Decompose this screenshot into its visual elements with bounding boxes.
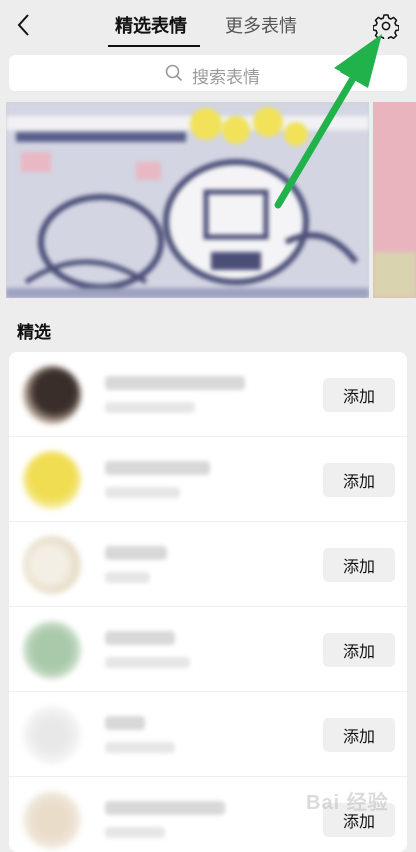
watermark: Bai 经验 <box>298 780 408 820</box>
sticker-thumbnail <box>23 621 81 679</box>
sticker-thumbnail <box>23 536 81 594</box>
back-button[interactable] <box>10 10 40 40</box>
sticker-name-placeholder <box>105 716 145 730</box>
add-button[interactable]: 添加 <box>323 378 395 412</box>
sticker-name-placeholder <box>105 801 225 815</box>
add-button[interactable]: 添加 <box>323 463 395 497</box>
sticker-desc-placeholder <box>105 742 175 753</box>
settings-button[interactable] <box>372 13 400 42</box>
watermark-text: Bai 经验 <box>306 792 389 814</box>
gear-icon <box>372 14 400 42</box>
list-item[interactable]: 添加 <box>9 437 407 522</box>
next-banner-artwork <box>373 102 416 298</box>
sticker-name-placeholder <box>105 631 175 645</box>
sticker-name-placeholder <box>105 546 167 560</box>
list-item[interactable]: 添加 <box>9 352 407 437</box>
add-button[interactable]: 添加 <box>323 548 395 582</box>
next-banner-preview[interactable] <box>373 102 416 298</box>
sticker-thumbnail <box>23 366 81 424</box>
featured-banner[interactable] <box>6 102 369 298</box>
sticker-list: 添加 添加 添加 添加 添加 添加 <box>9 352 407 852</box>
sticker-desc-placeholder <box>105 657 190 668</box>
sticker-name-placeholder <box>105 376 245 390</box>
tab-more-stickers[interactable]: 更多表情 <box>225 14 297 38</box>
search-icon <box>165 64 183 82</box>
sticker-thumbnail <box>23 706 81 764</box>
search-input[interactable]: 搜索表情 <box>9 55 407 91</box>
add-button[interactable]: 添加 <box>323 718 395 752</box>
list-item[interactable]: 添加 <box>9 692 407 777</box>
list-item[interactable]: 添加 <box>9 607 407 692</box>
top-bar: 精选表情 更多表情 <box>0 0 416 52</box>
sticker-thumbnail <box>23 791 81 849</box>
tab-featured-stickers[interactable]: 精选表情 <box>115 14 187 38</box>
list-item[interactable]: 添加 <box>9 522 407 607</box>
sticker-desc-placeholder <box>105 572 150 583</box>
sticker-desc-placeholder <box>105 487 180 498</box>
section-title: 精选 <box>17 323 51 342</box>
chevron-left-icon <box>17 14 29 36</box>
search-placeholder: 搜索表情 <box>192 68 260 87</box>
sticker-desc-placeholder <box>105 402 195 413</box>
sticker-name-placeholder <box>105 461 210 475</box>
tab-underline <box>108 45 200 47</box>
banner-artwork <box>6 102 369 298</box>
sticker-thumbnail <box>23 451 81 509</box>
add-button[interactable]: 添加 <box>323 633 395 667</box>
